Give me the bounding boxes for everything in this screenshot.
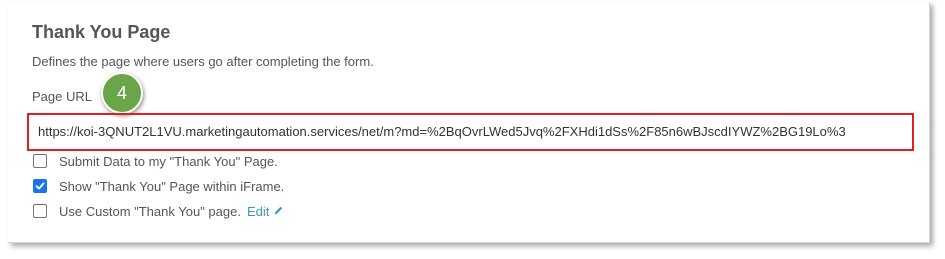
option-submit-data[interactable]: Submit Data to my "Thank You" Page.: [33, 152, 278, 170]
submit-data-checkbox[interactable]: [33, 154, 47, 168]
option-show-iframe[interactable]: Show "Thank You" Page within iFrame.: [33, 177, 284, 195]
custom-page-checkbox[interactable]: [33, 204, 47, 218]
step-number-badge: 4: [101, 72, 143, 114]
thank-you-page-panel: Thank You Page Defines the page where us…: [8, 2, 930, 243]
option-custom-page[interactable]: Use Custom "Thank You" page. Edit: [33, 202, 284, 220]
submit-data-label: Submit Data to my "Thank You" Page.: [59, 153, 278, 169]
custom-page-label: Use Custom "Thank You" page.: [59, 203, 241, 219]
show-iframe-checkbox[interactable]: [33, 179, 47, 193]
edit-link[interactable]: Edit: [247, 204, 269, 219]
checkmark-icon: [35, 182, 45, 190]
page-url-label: Page URL: [32, 89, 92, 104]
pencil-icon[interactable]: [273, 204, 284, 219]
section-title: Thank You Page: [32, 22, 171, 42]
page-url-input[interactable]: [31, 116, 908, 146]
show-iframe-label: Show "Thank You" Page within iFrame.: [59, 178, 285, 194]
section-description: Defines the page where users go after co…: [32, 54, 374, 69]
